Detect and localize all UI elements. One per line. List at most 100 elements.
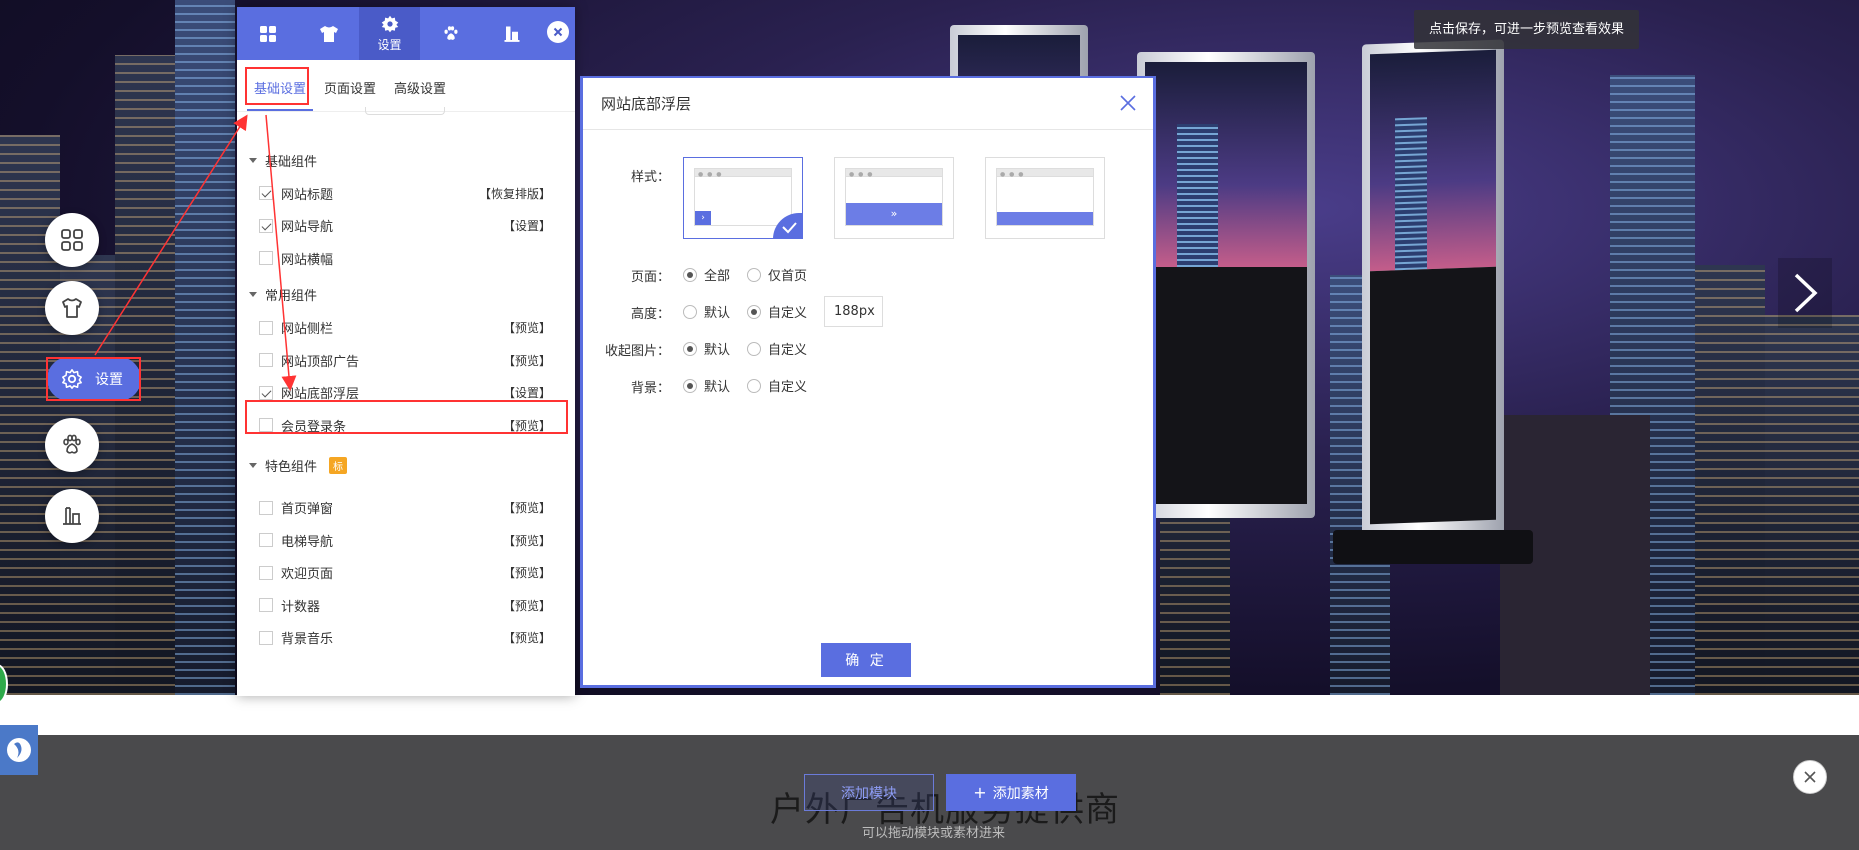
list-item[interactable]: 电梯导航 【预览】 [237,524,575,557]
paw-icon [443,25,458,40]
tab-settings[interactable]: 设置 [359,7,420,60]
radio-label: 全部 [704,269,731,284]
checkbox-site-nav[interactable] [259,218,273,233]
list-item[interactable]: 网站顶部广告 【预览】 [237,344,575,377]
item-action-link[interactable]: 【预览】 [503,319,551,336]
radio-dot [683,378,697,393]
item-action-link[interactable]: 【设置】 [503,384,551,401]
shirt-icon [62,298,82,318]
item-action-link[interactable]: 【预览】 [503,629,551,646]
add-material-button[interactable]: + 添加素材 [946,774,1076,811]
grid-icon [61,229,83,251]
item-action-link[interactable]: 【预览】 [503,499,551,516]
highlight-box [245,67,309,105]
checkbox-popup[interactable] [259,500,273,515]
group-basic-header[interactable]: 基础组件 [237,146,575,174]
list-item[interactable]: 欢迎页面 【预览】 [237,557,575,590]
checkbox-site-banner[interactable] [259,251,273,266]
radio-dot [747,378,761,393]
list-item[interactable]: 网站横幅 [237,242,575,275]
item-action-link[interactable]: 【预览】 [503,597,551,614]
item-action-link[interactable]: 【恢复排版】 [479,185,551,202]
checkbox-bg-music[interactable] [259,630,273,645]
bg-custom-radio[interactable]: 自定义 [747,376,807,395]
background-label: 背景： [630,381,670,396]
checkbox-welcome-page[interactable] [259,565,273,580]
list-item[interactable]: 网站标题 【恢复排版】 [237,177,575,210]
style-option-right[interactable]: ● ● ● [985,157,1105,239]
collapse-custom-radio[interactable]: 自定义 [747,339,807,358]
caret-down-icon [249,157,257,163]
tab-tools[interactable] [481,7,542,60]
paw-icon [63,434,81,454]
item-action-link[interactable]: 【设置】 [503,217,551,234]
tab-theme[interactable] [298,7,359,60]
radio-label: 自定义 [768,380,808,395]
list-item[interactable]: 网站导航 【设置】 [237,210,575,243]
special-badge: 标 [329,457,348,474]
building [1695,265,1765,695]
checkbox-elevator-nav[interactable] [259,533,273,548]
radio-dot [747,341,761,356]
list-item[interactable]: 首页弹窗 【预览】 [237,492,575,525]
height-default-radio[interactable]: 默认 [683,302,730,321]
bg-default-radio[interactable]: 默认 [683,376,730,395]
page-home-radio[interactable]: 仅首页 [747,265,807,284]
float-tools-button[interactable] [45,489,99,543]
list-item[interactable]: 计数器 【预览】 [237,589,575,622]
add-module-button[interactable]: 添加模块 [804,774,934,811]
checkbox-site-title[interactable] [259,186,273,201]
panel-close-button[interactable] [547,21,569,43]
check-icon [782,222,797,234]
float-modules-button[interactable] [45,213,99,267]
float-effects-button[interactable] [45,418,99,472]
close-icon[interactable] [1117,92,1139,114]
tab-settings-label: 设置 [377,37,402,52]
confirm-button[interactable]: 确 定 [821,643,911,677]
double-chevron-down-icon: » [846,203,942,225]
gear-icon [381,15,398,32]
style-option-center[interactable]: ● ● ● » [834,157,954,239]
tab-modules[interactable] [237,7,298,60]
shirt-icon [319,25,338,42]
bottom-bar-preview [997,212,1093,225]
kiosk-image [1362,39,1504,539]
selected-check [773,213,803,239]
close-bottom-layer-button[interactable] [1793,760,1827,794]
item-label: 首页弹窗 [281,502,334,518]
radio-label: 仅首页 [768,269,808,284]
page-all-radio[interactable]: 全部 [683,265,730,284]
float-theme-button[interactable] [45,281,99,335]
height-input[interactable]: 188px [824,296,883,327]
support-icon [7,738,31,762]
item-action-link[interactable]: 【预览】 [503,532,551,549]
style-option-left[interactable]: ● ● ● › [683,157,803,239]
radio-label: 自定义 [768,343,808,358]
radio-label: 默认 [704,380,731,395]
item-action-link[interactable]: 【预览】 [503,564,551,581]
add-material-label: 添加素材 [992,785,1049,802]
collapse-image-label: 收起图片： [605,344,671,359]
item-action-link[interactable]: 【预览】 [503,352,551,369]
checkbox-top-ad[interactable] [259,353,273,368]
collapse-default-radio[interactable]: 默认 [683,339,730,358]
service-badge[interactable] [0,725,38,775]
height-label: 高度： [630,307,670,322]
checkbox-sidebar[interactable] [259,320,273,335]
tab-effects[interactable] [420,7,481,60]
checkbox-bottom-float[interactable] [259,385,273,400]
bucket-icon [504,26,519,42]
save-hint-tooltip: 点击保存，可进一步预览查看效果 [1414,10,1640,49]
group-special-header[interactable]: 特色组件 标 [237,452,575,480]
next-slide-button[interactable] [1778,258,1832,328]
dialog-title: 网站底部浮层 [601,95,692,113]
group-common-header[interactable]: 常用组件 [237,281,575,309]
radio-dot [683,267,697,282]
list-item[interactable]: 背景音乐 【预览】 [237,622,575,655]
height-custom-radio[interactable]: 自定义 [747,302,807,321]
item-label: 网站导航 [281,220,334,236]
drag-hint: 可以拖动模块或素材进来 [862,826,1006,841]
checkbox-counter[interactable] [259,598,273,613]
list-item[interactable]: 网站侧栏 【预览】 [237,312,575,345]
group-title: 基础组件 [265,154,318,170]
